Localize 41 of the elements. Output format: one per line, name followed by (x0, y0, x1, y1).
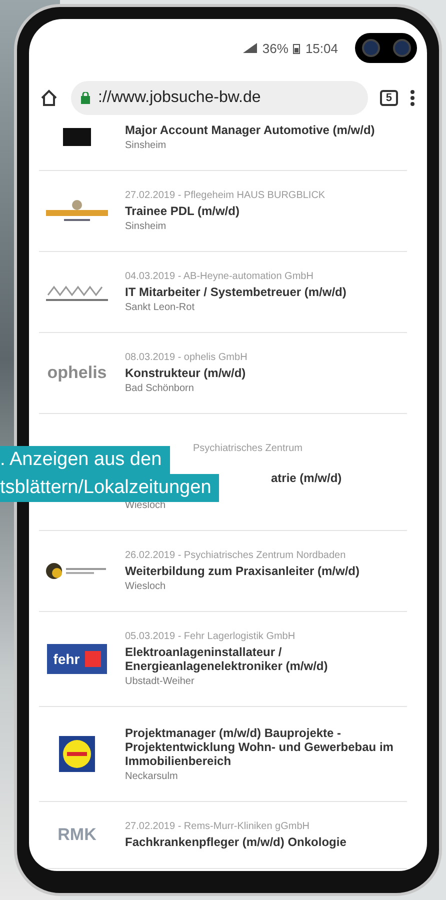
job-title[interactable]: Trainee PDL (m/w/d) (125, 204, 326, 218)
company-logo: ophelis (47, 363, 107, 383)
job-title[interactable]: Elektroanlageninstallateur / Energieanlagenelektroniker (m/w/d) (125, 645, 407, 673)
company-logo (59, 736, 95, 772)
job-title[interactable]: Konstrukteur (m/w/d) (125, 366, 248, 380)
job-location: Sankt Leon-Rot (125, 302, 196, 313)
job-meta: 27.02.2019 - Rems-Murr-Kliniken gGmbH (125, 821, 311, 832)
job-title[interactable]: Projektmanager (m/w/d) Bauprojekte - Projektentwicklung Wohn- und Gewerbebau im Immobilienbereich (125, 726, 407, 768)
job-meta: 08.03.2019 - ophelis GmbH (125, 352, 248, 363)
job-title[interactable]: Weiterbildung zum Praxisanleiter (m/w/d) (125, 564, 360, 578)
job-meta: 04.03.2019 - AB-Heyne-automation GmbH (125, 271, 314, 282)
job-meta: 26.02.2019 - Psychiatrisches Zentrum Nordbaden (125, 550, 347, 561)
signal-icon (243, 43, 258, 53)
company-logo: fehr (47, 644, 107, 674)
job-location: Sinsheim (125, 221, 168, 232)
job-title[interactable]: IT Mitarbeiter / Systembetreuer (m/w/d) (125, 285, 346, 299)
caption-text: . Anzeigen aus den (0, 446, 170, 474)
job-location: Wiesloch (125, 581, 167, 592)
address-bar[interactable]: ://www.jobsuche-bw.de (71, 81, 368, 115)
job-title[interactable]: Fachkrankenpfleger (m/w/d) Onkologie (125, 835, 346, 849)
battery-icon (293, 42, 300, 54)
camera-cutout (355, 33, 417, 63)
company-logo (44, 198, 110, 224)
home-icon[interactable] (39, 88, 59, 108)
lock-icon (81, 92, 90, 104)
caption-text: tsblättern/Lokalzeitungen (0, 474, 220, 502)
job-location: Bad Schönborn (125, 383, 195, 394)
menu-icon[interactable] (410, 89, 415, 107)
company-logo: RMK (58, 825, 96, 845)
job-location: Ubstadt-Weiher (125, 676, 196, 687)
tab-count-button[interactable]: 5 (380, 90, 398, 106)
battery-percent: 36% (262, 40, 288, 56)
job-meta: Psychiatrisches Zentrum (193, 443, 304, 454)
job-title[interactable]: atrie (m/w/d) (271, 471, 342, 485)
job-meta: 05.03.2019 - Fehr Lagerlogistik GmbH (125, 631, 296, 642)
company-logo (63, 128, 91, 146)
clock: 15:04 (305, 40, 338, 56)
job-title[interactable]: Major Account Manager Automotive (m/w/d) (125, 123, 375, 137)
job-location: Sinsheim (125, 140, 168, 151)
job-location: Neckarsulm (125, 771, 179, 782)
job-meta: 27.02.2019 - Pflegeheim HAUS BURGBLICK (125, 190, 326, 201)
